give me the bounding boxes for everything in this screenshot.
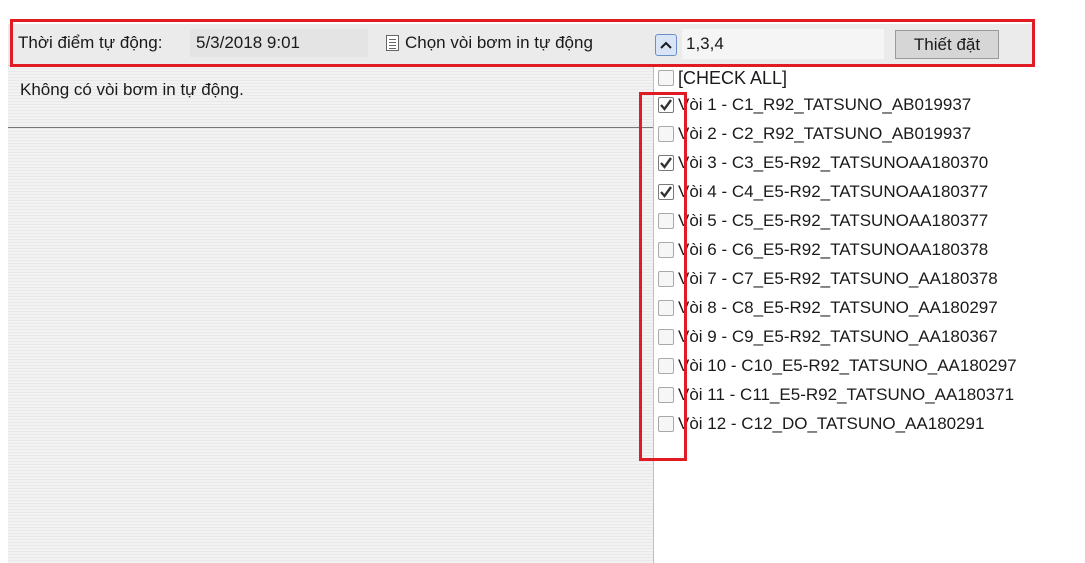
pump-option[interactable]: Vòi 9 - C9_E5-R92_TATSUNO_AA180367 — [658, 325, 998, 349]
check-all-label: [CHECK ALL] — [678, 67, 788, 88]
checkbox[interactable] — [658, 70, 674, 86]
checkbox-checked[interactable] — [658, 184, 674, 200]
pump-option-label: Vòi 9 - C9_E5-R92_TATSUNO_AA180367 — [678, 327, 998, 346]
pump-option[interactable]: Vòi 11 - C11_E5-R92_TATSUNO_AA180371 — [658, 383, 1014, 407]
pump-option[interactable]: Vòi 12 - C12_DO_TATSUNO_AA180291 — [658, 412, 984, 436]
pump-option-label: Vòi 5 - C5_E5-R92_TATSUNOAA180377 — [678, 211, 989, 230]
pump-option-label: Vòi 10 - C10_E5-R92_TATSUNO_AA180297 — [678, 356, 1017, 375]
pump-option[interactable]: Vòi 4 - C4_E5-R92_TATSUNOAA180377 — [658, 180, 988, 204]
check-all-option[interactable]: [CHECK ALL] — [658, 66, 787, 90]
pump-option[interactable]: Vòi 8 - C8_E5-R92_TATSUNO_AA180297 — [658, 296, 998, 320]
pump-option[interactable]: Vòi 1 - C1_R92_TATSUNO_AB019937 — [658, 93, 971, 117]
check-icon — [660, 157, 672, 169]
pump-option-label: Vòi 4 - C4_E5-R92_TATSUNOAA180377 — [678, 182, 989, 201]
checkbox[interactable] — [658, 271, 674, 287]
checkbox[interactable] — [658, 242, 674, 258]
checkbox[interactable] — [658, 416, 674, 432]
pump-select-field[interactable]: 1,3,4 — [682, 29, 884, 59]
pump-option-label: Vòi 1 - C1_R92_TATSUNO_AB019937 — [678, 95, 972, 114]
check-icon — [660, 99, 672, 111]
checkbox[interactable] — [658, 358, 674, 374]
message-area: Không có vòi bơm in tự động. — [8, 66, 653, 128]
pump-option[interactable]: Vòi 2 - C2_R92_TATSUNO_AB019937 — [658, 122, 971, 146]
pump-option[interactable]: Vòi 5 - C5_E5-R92_TATSUNOAA180377 — [658, 209, 988, 233]
check-icon — [660, 186, 672, 198]
chevron-up-icon — [660, 41, 672, 49]
checkbox-checked[interactable] — [658, 155, 674, 171]
pump-option-label: Vòi 2 - C2_R92_TATSUNO_AB019937 — [678, 124, 972, 143]
pump-option[interactable]: Vòi 7 - C7_E5-R92_TATSUNO_AA180378 — [658, 267, 998, 291]
set-button[interactable]: Thiết đặt — [895, 30, 999, 59]
checkbox[interactable] — [658, 300, 674, 316]
pump-option-label: Vòi 11 - C11_E5-R92_TATSUNO_AA180371 — [678, 385, 1015, 404]
pump-option[interactable]: Vòi 10 - C10_E5-R92_TATSUNO_AA180297 — [658, 354, 1017, 378]
pump-option-label: Vòi 8 - C8_E5-R92_TATSUNO_AA180297 — [678, 298, 998, 317]
checkbox[interactable] — [658, 213, 674, 229]
pump-option[interactable]: Vòi 3 - C3_E5-R92_TATSUNOAA180370 — [658, 151, 988, 175]
list-icon[interactable] — [386, 35, 399, 51]
pump-option-label: Vòi 12 - C12_DO_TATSUNO_AA180291 — [678, 414, 985, 433]
pump-option[interactable]: Vòi 6 - C6_E5-R92_TATSUNOAA180378 — [658, 238, 988, 262]
pump-option-label: Vòi 3 - C3_E5-R92_TATSUNOAA180370 — [678, 153, 989, 172]
pump-select-label: Chọn vòi bơm in tự động — [405, 33, 593, 52]
checkbox[interactable] — [658, 329, 674, 345]
no-pump-message: Không có vòi bơm in tự động. — [20, 80, 244, 99]
pump-option-label: Vòi 7 - C7_E5-R92_TATSUNO_AA180378 — [678, 269, 998, 288]
checkbox[interactable] — [658, 126, 674, 142]
checkbox-checked[interactable] — [658, 97, 674, 113]
pump-option-label: Vòi 6 - C6_E5-R92_TATSUNOAA180378 — [678, 240, 989, 259]
checkbox[interactable] — [658, 387, 674, 403]
auto-time-label: Thời điểm tự động: — [18, 33, 163, 52]
pump-dropdown-list: [CHECK ALL] Vòi 1 - C1_R92_TATSUNO_AB019… — [653, 66, 1085, 563]
auto-time-field[interactable]: 5/3/2018 9:01 — [190, 29, 368, 57]
dropdown-toggle-button[interactable] — [655, 34, 677, 56]
